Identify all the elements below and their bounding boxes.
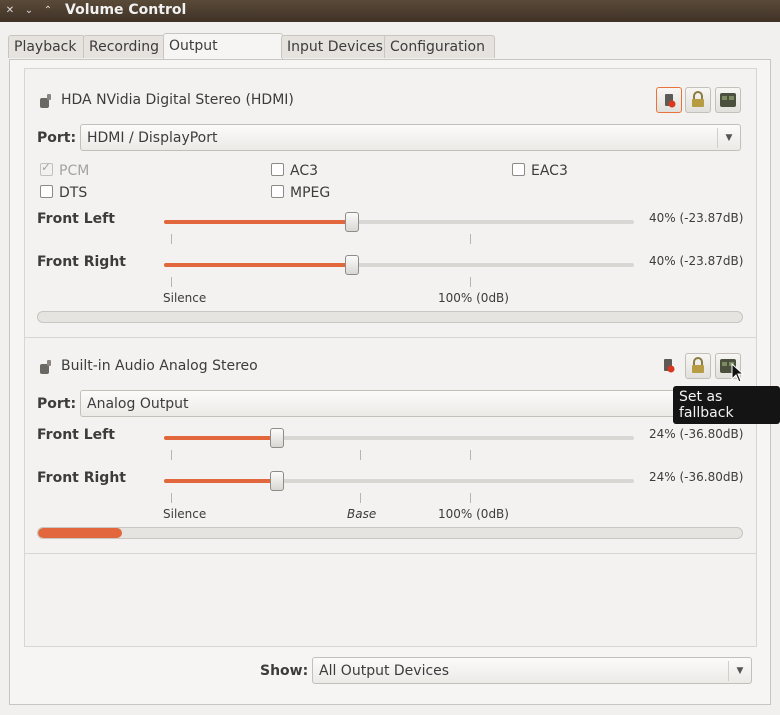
channel-value-front-right: 40% (-23.87dB) [649, 254, 744, 268]
lock-icon [692, 91, 704, 107]
port-label-hdmi: Port: [37, 130, 77, 146]
format-checkbox-ac3[interactable]: AC3 [271, 163, 318, 179]
tick-silence [171, 493, 172, 503]
maximize-icon[interactable]: ⌃ [41, 4, 55, 18]
speaker-mute-icon [664, 359, 675, 373]
show-select[interactable]: All Output Devices ▼ [312, 657, 752, 684]
speaker-device-icon [40, 360, 51, 374]
format-checkbox-mpeg[interactable]: MPEG [271, 185, 330, 201]
output-devices-panel: HDA NVidia Digital Stereo (HDMI) Port: H… [9, 59, 771, 705]
lock-button-analog[interactable] [685, 353, 711, 379]
device-separator [25, 337, 756, 338]
tick-hundred [470, 450, 471, 460]
tick-hundred [470, 493, 471, 503]
format-checkbox-eac3[interactable]: EAC3 [512, 163, 568, 179]
tick-hundred [470, 234, 471, 244]
check-icon: ✓ [41, 160, 52, 174]
scale-label-hundred: 100% (0dB) [438, 507, 509, 521]
tick-base [360, 450, 361, 460]
slider-fill [164, 436, 277, 440]
tick-hundred [470, 277, 471, 287]
chevron-down-icon: ▼ [728, 661, 751, 681]
port-select-analog[interactable]: Analog Output ▼ [80, 390, 741, 417]
chevron-down-icon: ▼ [717, 128, 740, 148]
mute-button-hdmi[interactable] [656, 87, 682, 113]
port-select-hdmi[interactable]: HDMI / DisplayPort ▼ [80, 124, 741, 151]
tab-configuration[interactable]: Configuration [384, 35, 495, 58]
mute-button-analog[interactable] [656, 353, 680, 377]
scale-label-silence: Silence [163, 507, 207, 521]
lock-icon [692, 357, 704, 373]
lock-button-hdmi[interactable] [685, 87, 711, 113]
show-label: Show: [260, 663, 309, 679]
close-icon[interactable]: ✕ [3, 4, 17, 18]
minimize-icon[interactable]: ⌄ [22, 4, 36, 18]
slider-knob[interactable] [270, 428, 284, 448]
port-value-analog: Analog Output [87, 396, 189, 412]
tab-recording[interactable]: Recording [83, 35, 168, 58]
tick-base [360, 493, 361, 503]
speaker-device-icon [40, 94, 51, 108]
tick-silence [171, 450, 172, 460]
channel-label-front-left: Front Left [37, 211, 115, 227]
channel-value-front-left: 24% (-36.80dB) [649, 427, 744, 441]
mouse-cursor-icon [731, 363, 745, 383]
fallback-button-hdmi[interactable] [715, 87, 741, 113]
title-bar: ✕ ⌄ ⌃ Volume Control [0, 0, 780, 22]
scale-label-hundred: 100% (0dB) [438, 291, 509, 305]
slider-fill [164, 479, 277, 483]
speaker-mute-icon [665, 94, 676, 108]
channel-label-front-left: Front Left [37, 427, 115, 443]
tab-playback[interactable]: Playback [8, 35, 85, 58]
scale-label-silence: Silence [163, 291, 207, 305]
fallback-icon [720, 93, 736, 107]
format-checkbox-pcm[interactable]: ✓ PCM [40, 160, 89, 179]
scale-label-base: Base [347, 507, 377, 521]
slider-knob[interactable] [345, 255, 359, 275]
tab-input-devices[interactable]: Input Devices [281, 35, 389, 58]
volume-slider-front-left[interactable] [164, 212, 634, 232]
volume-slider-front-left[interactable] [164, 428, 634, 448]
slider-knob[interactable] [345, 212, 359, 232]
channel-value-front-left: 40% (-23.87dB) [649, 211, 744, 225]
peak-meter-analog [37, 527, 743, 539]
peak-meter-hdmi [37, 311, 743, 323]
device-name-analog: Built-in Audio Analog Stereo [61, 358, 258, 374]
format-checkbox-dts[interactable]: DTS [40, 185, 87, 201]
slider-knob[interactable] [270, 471, 284, 491]
slider-fill [164, 263, 352, 267]
tab-output-devices[interactable]: Output Devices [163, 33, 283, 78]
tick-silence [171, 277, 172, 287]
tooltip-set-as-fallback: Set as fallback [673, 386, 780, 424]
channel-label-front-right: Front Right [37, 470, 126, 486]
volume-slider-front-right[interactable] [164, 471, 634, 491]
port-value-hdmi: HDMI / DisplayPort [87, 130, 218, 146]
device-separator [25, 553, 756, 554]
channel-label-front-right: Front Right [37, 254, 126, 270]
slider-fill [164, 220, 352, 224]
device-name-hdmi: HDA NVidia Digital Stereo (HDMI) [61, 92, 294, 108]
window-title: Volume Control [65, 2, 187, 18]
volume-slider-front-right[interactable] [164, 255, 634, 275]
channel-value-front-right: 24% (-36.80dB) [649, 470, 744, 484]
tick-silence [171, 234, 172, 244]
show-value: All Output Devices [319, 663, 450, 679]
device-list[interactable]: HDA NVidia Digital Stereo (HDMI) Port: H… [24, 68, 757, 647]
port-label-analog: Port: [37, 396, 77, 412]
peak-meter-fill [38, 528, 122, 538]
